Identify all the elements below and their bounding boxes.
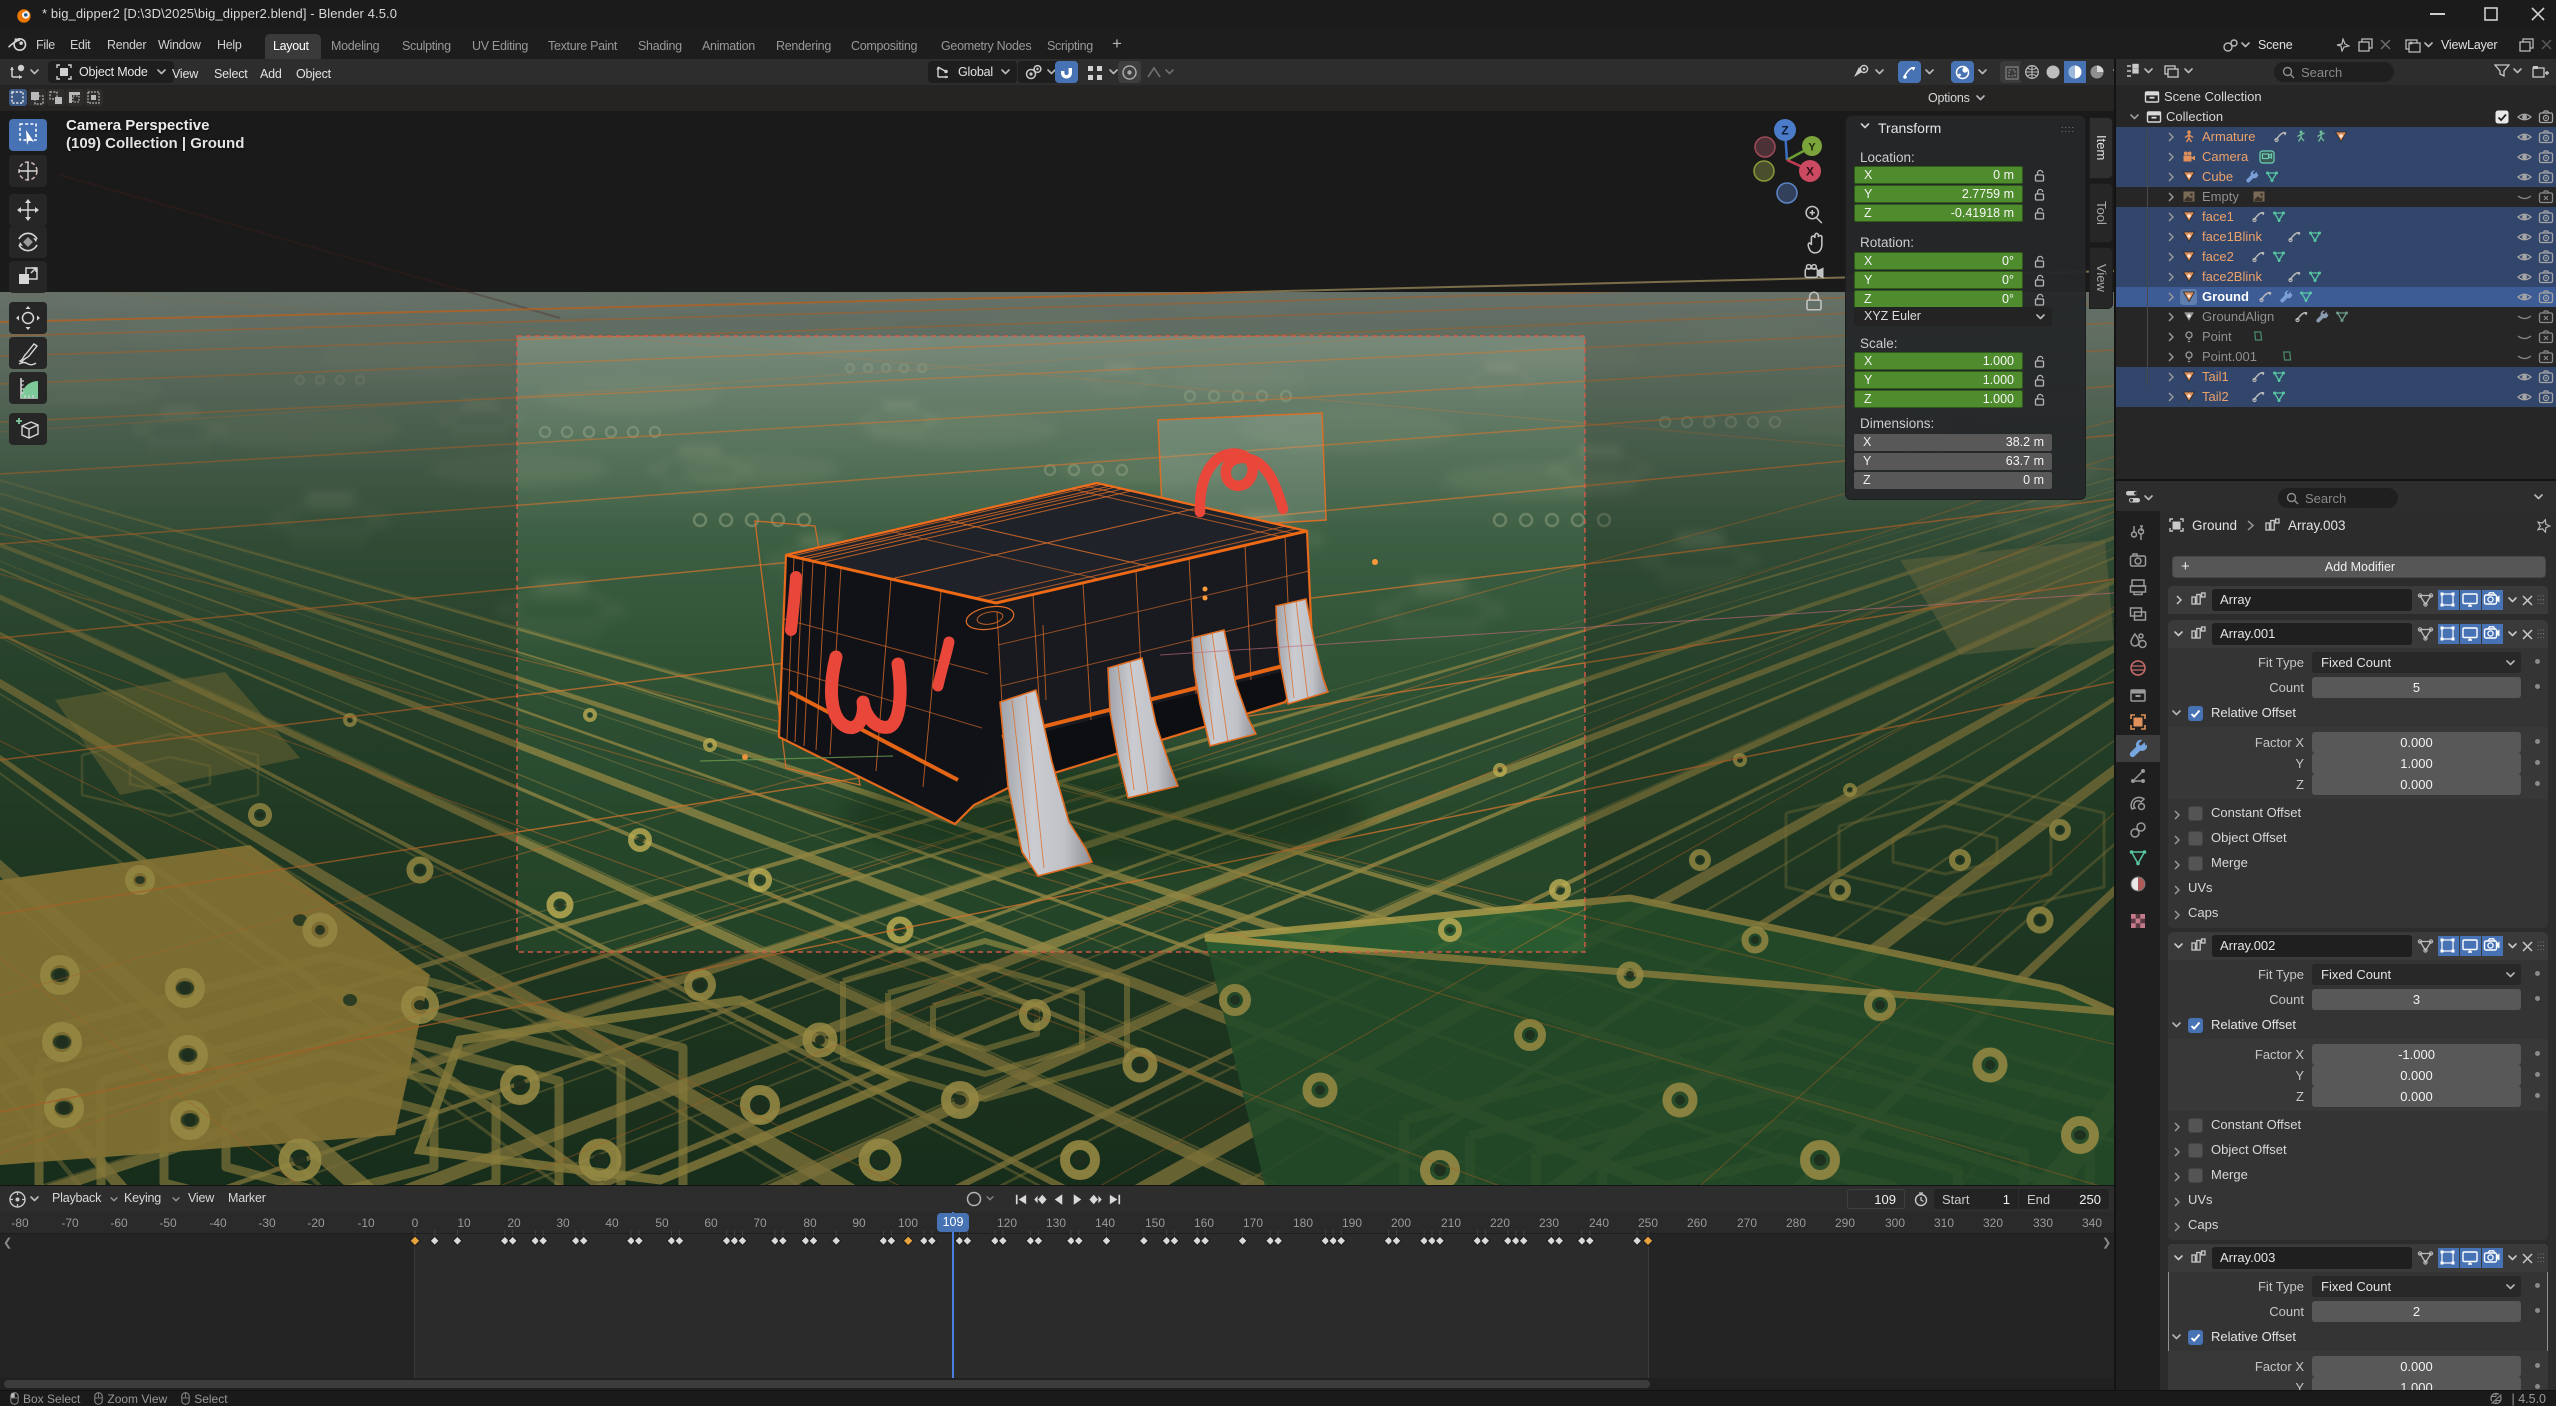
svg-text:Z: Z [1781, 124, 1788, 138]
svg-text:X: X [1806, 165, 1814, 179]
svg-text:Y: Y [1808, 142, 1816, 154]
